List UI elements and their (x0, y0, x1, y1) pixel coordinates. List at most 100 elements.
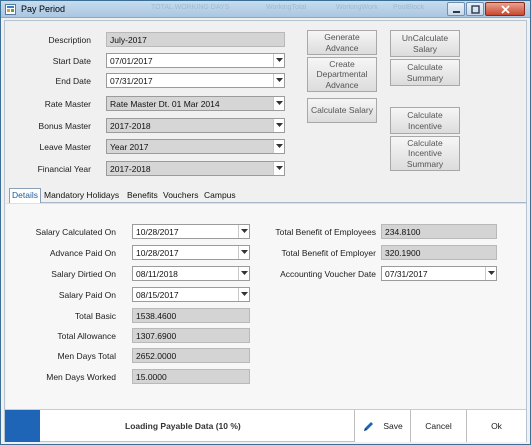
close-icon (500, 4, 510, 14)
ghost-title: WorkingTotal (266, 4, 307, 11)
rate-master-select[interactable]: Rate Master Dt. 01 Mar 2014 (106, 96, 285, 111)
bonus-master-select[interactable]: 2017-2018 (106, 118, 285, 133)
tab-campus[interactable]: Campus (202, 189, 238, 202)
create-departmental-advance-button[interactable]: Create Departmental Advance (307, 57, 377, 92)
progress-indicator (5, 410, 40, 442)
calculate-summary-button[interactable]: Calculate Summary (390, 59, 460, 86)
dropdown-arrow-button[interactable] (485, 267, 496, 280)
dropdown-arrow-button[interactable] (238, 288, 249, 301)
dropdown-arrow-button[interactable] (273, 119, 284, 132)
accounting-voucher-date-picker[interactable]: 07/31/2017 (381, 266, 497, 281)
end-date-value: 07/31/2017 (110, 76, 153, 86)
men-days-total-field: 2652.0000 (132, 348, 250, 363)
accounting-voucher-date-value: 07/31/2017 (385, 269, 428, 279)
salary-paid-on-value: 08/15/2017 (136, 290, 179, 300)
tab-benefits[interactable]: Benefits (125, 189, 160, 202)
rate-master-value: Rate Master Dt. 01 Mar 2014 (110, 99, 220, 109)
chevron-down-icon (275, 166, 283, 170)
ghost-title: WorkingWork (336, 4, 378, 11)
dropdown-arrow-button[interactable] (273, 162, 284, 175)
rate-master-label: Rate Master (44, 99, 91, 109)
chevron-down-icon (275, 78, 283, 82)
ghost-title: TOTAL WORKING DAYS (151, 4, 230, 11)
tab-details[interactable]: Details (9, 188, 41, 203)
generate-advance-button[interactable]: Generate Advance (307, 30, 377, 55)
financial-year-value: 2017-2018 (110, 164, 151, 174)
men-days-total-label: Men Days Total (57, 351, 116, 361)
dropdown-arrow-button[interactable] (238, 225, 249, 238)
details-tab-strip: Details Mandatory Holidays Benefits Vouc… (9, 188, 526, 203)
ok-button[interactable]: Ok (466, 410, 526, 442)
end-date-label: End Date (55, 76, 91, 86)
description-field: July-2017 (106, 32, 285, 47)
total-basic-field: 1538.4600 (132, 308, 250, 323)
app-icon (5, 4, 16, 15)
end-date-picker[interactable]: 07/31/2017 (106, 73, 285, 88)
chevron-down-icon (240, 250, 248, 254)
pay-period-window: Pay Period TOTAL WORKING DAYS WorkingTot… (0, 0, 531, 445)
chevron-down-icon (275, 123, 283, 127)
loading-status-text: Loading Payable Data (10 %) (125, 421, 241, 431)
start-date-picker[interactable]: 07/01/2017 (106, 53, 285, 68)
leave-master-value: Year 2017 (110, 142, 149, 152)
salary-calculated-on-label: Salary Calculated On (35, 227, 116, 237)
total-benefit-employees-field: 234.8100 (381, 224, 497, 239)
pencil-icon (364, 421, 374, 431)
men-days-worked-label: Men Days Worked (46, 372, 116, 382)
financial-year-select[interactable]: 2017-2018 (106, 161, 285, 176)
calculate-incentive-summary-button[interactable]: Calculate Incentive Summary (390, 136, 460, 171)
form-client-area: Description July-2017 Start Date 07/01/2… (4, 20, 527, 442)
dropdown-arrow-button[interactable] (273, 54, 284, 67)
salary-calculated-on-picker[interactable]: 10/28/2017 (132, 224, 250, 239)
salary-dirtied-on-label: Salary Dirtied On (51, 269, 116, 279)
dropdown-arrow-button[interactable] (273, 74, 284, 87)
dropdown-arrow-button[interactable] (273, 97, 284, 110)
tab-vouchers[interactable]: Vouchers (161, 189, 200, 202)
salary-dirtied-on-picker[interactable]: 08/11/2018 (132, 266, 250, 281)
accounting-voucher-date-label: Accounting Voucher Date (280, 269, 376, 279)
chevron-down-icon (240, 271, 248, 275)
total-allowance-field: 1307.6900 (132, 328, 250, 343)
title-bar[interactable]: Pay Period TOTAL WORKING DAYS WorkingTot… (1, 1, 530, 18)
total-benefit-employees-label: Total Benefit of Employees (275, 227, 376, 237)
chevron-down-icon (240, 229, 248, 233)
dropdown-arrow-button[interactable] (238, 267, 249, 280)
chevron-down-icon (487, 271, 495, 275)
advance-paid-on-label: Advance Paid On (49, 248, 116, 258)
dropdown-arrow-button[interactable] (238, 246, 249, 259)
minimize-icon (452, 10, 460, 13)
uncalculate-salary-button[interactable]: UnCalculate Salary (390, 30, 460, 57)
advance-paid-on-picker[interactable]: 10/28/2017 (132, 245, 250, 260)
leave-master-label: Leave Master (39, 142, 92, 152)
save-button[interactable]: Save (354, 410, 410, 442)
save-button-label: Save (383, 421, 403, 431)
close-button[interactable] (485, 2, 525, 16)
salary-dirtied-on-value: 08/11/2018 (136, 269, 178, 279)
start-date-label: Start Date (52, 56, 91, 66)
leave-master-select[interactable]: Year 2017 (106, 139, 285, 154)
advance-paid-on-value: 10/28/2017 (136, 248, 179, 258)
status-bar: Loading Payable Data (10 %) Save Cancel … (5, 409, 526, 442)
maximize-button[interactable] (466, 2, 484, 16)
maximize-icon (470, 4, 480, 14)
minimize-button[interactable] (447, 2, 465, 16)
chevron-down-icon (275, 144, 283, 148)
cancel-button[interactable]: Cancel (410, 410, 466, 442)
financial-year-label: Financial Year (37, 164, 91, 174)
salary-paid-on-label: Salary Paid On (58, 290, 116, 300)
calculate-incentive-button[interactable]: Calculate Incentive (390, 107, 460, 134)
description-label: Description (48, 35, 91, 45)
dropdown-arrow-button[interactable] (273, 140, 284, 153)
calculate-salary-button[interactable]: Calculate Salary (307, 98, 377, 123)
total-allowance-label: Total Allowance (57, 331, 116, 341)
total-benefit-employer-field: 320.1900 (381, 245, 497, 260)
details-tab-panel: Salary Calculated On 10/28/2017 Advance … (6, 203, 526, 409)
tab-mandatory-holidays[interactable]: Mandatory Holidays (42, 189, 121, 202)
total-benefit-employer-label: Total Benefit of Employer (281, 248, 377, 258)
ghost-title: PoolBlock (393, 4, 425, 11)
bonus-master-value: 2017-2018 (110, 121, 151, 131)
salary-paid-on-picker[interactable]: 08/15/2017 (132, 287, 250, 302)
total-basic-label: Total Basic (74, 311, 116, 321)
chevron-down-icon (275, 58, 283, 62)
start-date-value: 07/01/2017 (110, 56, 153, 66)
